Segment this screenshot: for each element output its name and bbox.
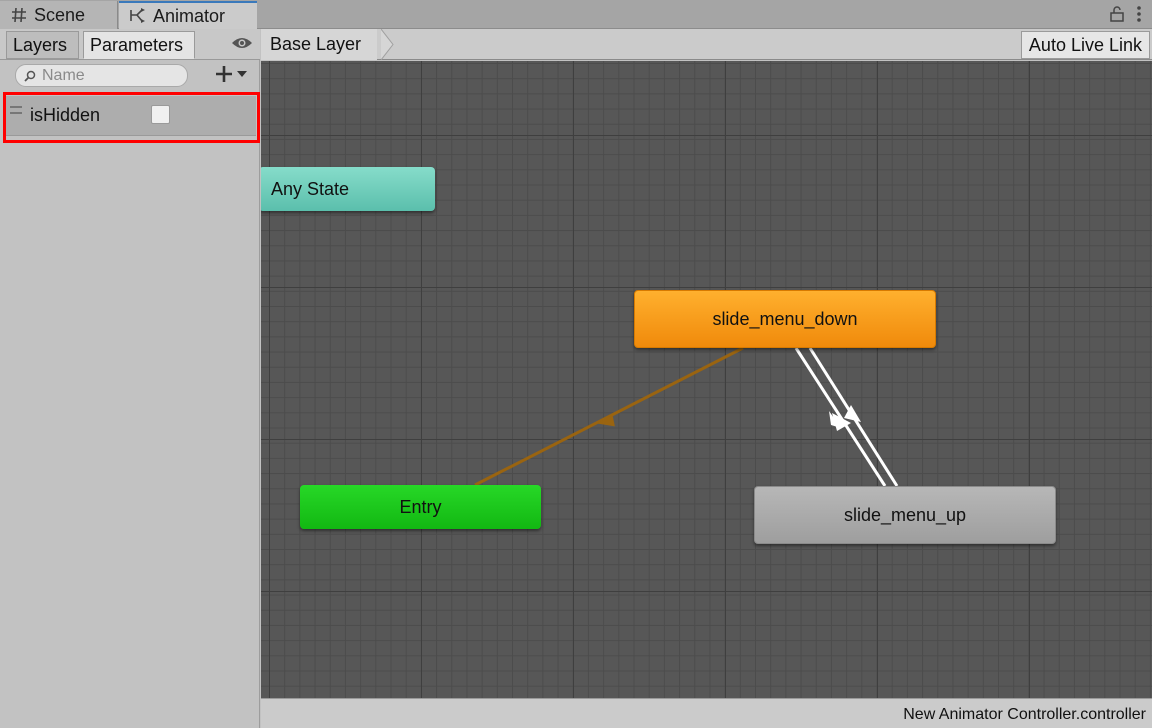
parameter-name[interactable]: isHidden — [30, 105, 100, 126]
tab-animator[interactable]: Animator — [119, 1, 257, 29]
hash-icon — [12, 7, 26, 23]
tab-scene-label: Scene — [34, 4, 86, 25]
parameter-search-row — [0, 60, 260, 92]
search-box[interactable] — [15, 64, 188, 87]
tab-scene[interactable]: Scene — [0, 1, 118, 29]
tab-animator-label: Animator — [153, 5, 226, 26]
auto-live-link-label: Auto Live Link — [1028, 34, 1142, 55]
animator-icon — [130, 8, 145, 23]
state-machine-graph[interactable]: Any State slide_menu_down Entry slide_me… — [261, 61, 1152, 698]
tab-layers-label: Layers — [13, 34, 68, 55]
state-entry[interactable]: Entry — [300, 485, 541, 529]
transition-down-to-up[interactable] — [794, 347, 887, 487]
eye-icon[interactable] — [231, 36, 253, 50]
plus-icon — [216, 66, 232, 82]
editor-tab-bar: Scene Animator — [0, 0, 1152, 29]
state-entry-label: Entry — [399, 496, 442, 517]
tab-parameters[interactable]: Parameters — [83, 31, 195, 59]
transitions-layer — [474, 346, 899, 487]
tab-layers[interactable]: Layers — [6, 31, 79, 59]
state-slide-menu-up-label: slide_menu_up — [843, 504, 967, 525]
state-any-state-label: Any State — [271, 178, 350, 199]
add-parameter-button[interactable] — [215, 65, 247, 83]
drag-handle-icon[interactable] — [10, 106, 22, 114]
state-slide-menu-down-label: slide_menu_down — [712, 308, 858, 329]
auto-live-link-button[interactable]: Auto Live Link — [1020, 31, 1150, 59]
menu-dots-icon[interactable] — [1136, 5, 1142, 23]
graph-toolbar: Base Layer Auto Live Link — [261, 29, 1152, 60]
parameter-bool-checkbox[interactable] — [151, 105, 170, 124]
transition-entry-to-down[interactable] — [474, 346, 744, 487]
search-input[interactable] — [42, 66, 172, 85]
parameters-panel: Layers Parameters is — [0, 29, 260, 728]
breadcrumb-arrow-icon — [381, 29, 394, 60]
controller-file-name: New Animator Controller.controller — [903, 706, 1146, 723]
state-slide-menu-up[interactable]: slide_menu_up — [754, 486, 1056, 544]
panel-tabs: Layers Parameters — [0, 29, 260, 60]
state-any-state[interactable]: Any State — [261, 167, 435, 211]
chevron-down-icon — [237, 71, 247, 77]
parameter-row[interactable]: isHidden — [6, 96, 256, 136]
breadcrumb[interactable]: Base Layer — [261, 29, 378, 60]
lock-icon[interactable] — [1110, 6, 1124, 22]
status-bar: New Animator Controller.controller — [261, 698, 1152, 728]
breadcrumb-base-layer: Base Layer — [270, 34, 362, 54]
window-tools — [1110, 5, 1142, 23]
search-icon — [24, 70, 36, 82]
state-slide-menu-down[interactable]: slide_menu_down — [634, 290, 936, 348]
tab-parameters-label: Parameters — [90, 34, 184, 55]
